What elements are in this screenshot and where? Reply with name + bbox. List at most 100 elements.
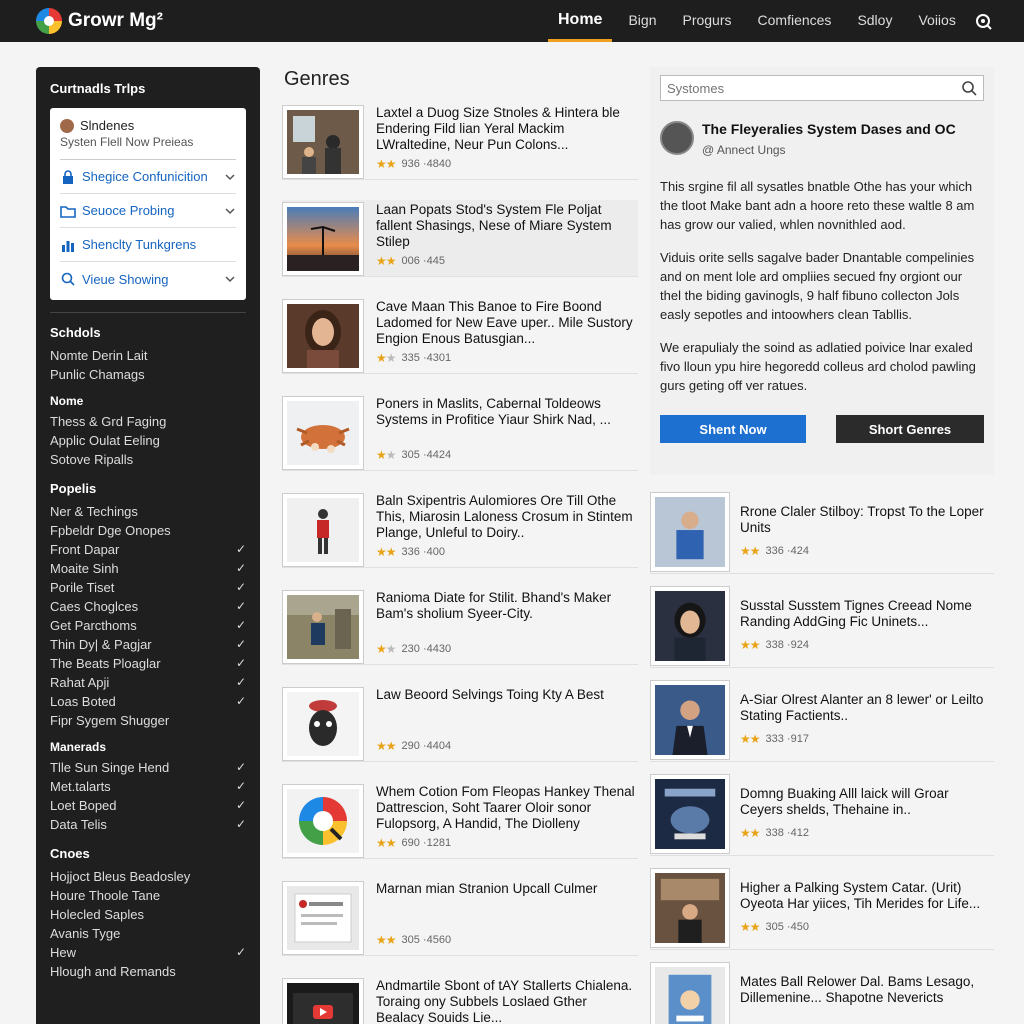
genre-card[interactable]: Poners in Maslits, Cabernal Toldeows Sys… [282,394,638,471]
sidebar-item[interactable]: Moaite Sinh ✓ [50,559,246,578]
card-thumbnail[interactable] [282,396,364,470]
sidebar-item[interactable]: Hew ✓ [50,943,246,962]
brand[interactable]: Growr Mg² [36,8,163,34]
related-card[interactable]: Rrone Claler Stilboy: Tropst To the Lope… [650,492,994,574]
sidebar-user[interactable]: Slndenes [60,118,236,133]
sidebar-item[interactable]: Fpbeldr Dge Onopes [50,521,246,540]
sidebar-item[interactable]: Loet Boped ✓ [50,796,246,815]
card-title[interactable]: Domng Buaking Alll laick will Groar Ceye… [740,786,994,820]
search-box [660,75,984,101]
card-title[interactable]: Laxtel a Duog Size Stnoles & Hintera ble… [376,105,638,153]
card-thumbnail[interactable] [282,202,364,276]
sidebar-item[interactable]: Houre Thoole Tane [50,886,246,905]
card-title[interactable]: Law Beoord Selvings Toing Kty A Best [376,687,638,735]
card-thumbnail[interactable] [282,105,364,179]
sidebar-item[interactable]: Rahat Apji ✓ [50,673,246,692]
nav-voiios[interactable]: Voiios [908,0,965,42]
sidebar-item[interactable]: Avanis Tyge [50,924,246,943]
sidebar-item[interactable]: Data Telis ✓ [50,815,246,834]
card-thumbnail[interactable] [282,299,364,373]
sidebar-item[interactable]: Tlle Sun Singe Hend ✓ [50,758,246,777]
genre-card[interactable]: Baln Sxipentris Aulomiores Ore Till Othe… [282,491,638,568]
sidebar-item[interactable]: Loas Boted ✓ [50,692,246,711]
related-card[interactable]: A-Siar Olrest Alanter an 8 lewer' or Lei… [650,680,994,762]
sidebar-link-vieue[interactable]: Vieue Showing [60,262,236,296]
user-settings-icon[interactable] [973,11,993,31]
genre-card[interactable]: Laan Popats Stod's System Fle Poljat fal… [282,200,638,277]
related-card[interactable]: Domng Buaking Alll laick will Groar Ceye… [650,774,994,856]
sidebar-link-shegice[interactable]: Shegice Confunicition [60,160,236,194]
card-thumbnail[interactable] [650,868,730,948]
card-thumbnail[interactable] [650,492,730,572]
sidebar-item[interactable]: Caes Choglces ✓ [50,597,246,616]
related-card[interactable]: Susstal Susstem Tignes Creead Nome Randi… [650,586,994,668]
nav-comfiences[interactable]: Comfiences [748,0,842,42]
sidebar-item[interactable]: Get Parcthoms ✓ [50,616,246,635]
card-thumbnail[interactable] [282,784,364,858]
nav-sdloy[interactable]: Sdloy [847,0,902,42]
card-thumbnail[interactable] [282,493,364,567]
card-title[interactable]: Ranioma Diate for Stilit. Bhand's Maker … [376,590,638,638]
card-title[interactable]: Andmartile Sbont of tAY Stallerts Chiale… [376,978,638,1024]
sidebar-item[interactable]: Fipr Sygem Shugger [50,711,246,730]
sidebar-link-shenclty[interactable]: Shenclty Tunkgrens [60,228,236,262]
sidebar-item[interactable]: Hojjoct Bleus Beadosley [50,867,246,886]
card-body: Higher a Palking System Catar. (Urit) Oy… [740,868,994,949]
card-title[interactable]: Marnan mian Stranion Upcall Culmer [376,881,638,929]
card-title[interactable]: Poners in Maslits, Cabernal Toldeows Sys… [376,396,638,444]
card-title[interactable]: Laan Popats Stod's System Fle Poljat fal… [376,202,638,250]
card-meta: ★★ 006 ·445 [376,254,638,268]
nav-home[interactable]: Home [548,0,613,42]
related-card[interactable]: Higher a Palking System Catar. (Urit) Oy… [650,868,994,950]
card-thumbnail[interactable] [650,962,730,1024]
sidebar-item[interactable]: The Beats Ploaglar ✓ [50,654,246,673]
nav-progurs[interactable]: Progurs [672,0,741,42]
search-input[interactable] [667,80,961,96]
sidebar-item[interactable]: Nomte Derin Lait [50,346,246,365]
card-thumbnail[interactable] [650,774,730,854]
search-icon[interactable] [961,80,977,96]
sidebar-item[interactable]: Hlough and Remands [50,962,246,981]
card-thumbnail[interactable] [282,590,364,664]
sidebar-item[interactable]: Punlic Chamags [50,365,246,384]
thumbnail-image [655,685,725,755]
sidebar-item[interactable]: Thin Dy| & Pagjar ✓ [50,635,246,654]
sidebar-item[interactable]: Front Dapar ✓ [50,540,246,559]
card-title[interactable]: Mates Ball Relower Dal. Bams Lesago, Dil… [740,974,994,1008]
card-thumbnail[interactable] [650,680,730,760]
sidebar-link-seuoce[interactable]: Seuoce Probing [60,194,236,228]
sidebar-item[interactable]: Met.talarts ✓ [50,777,246,796]
genre-card[interactable]: Andmartile Sbont of tAY Stallerts Chiale… [282,976,638,1024]
sidebar-item[interactable]: Thess & Grd Faging [50,412,246,431]
related-card[interactable]: Mates Ball Relower Dal. Bams Lesago, Dil… [650,962,994,1024]
card-title[interactable]: Rrone Claler Stilboy: Tropst To the Lope… [740,504,994,538]
sidebar-item[interactable]: Porile Tiset ✓ [50,578,246,597]
sidebar-item[interactable]: Ner & Techings [50,502,246,521]
card-thumbnail[interactable] [282,881,364,955]
sidebar-section-cnoes: Cnoes [50,846,90,861]
card-title[interactable]: Susstal Susstem Tignes Creead Nome Randi… [740,598,994,632]
card-title[interactable]: Cave Maan This Banoe to Fire Boond Ladom… [376,299,638,347]
shent-now-button[interactable]: Shent Now [660,415,806,443]
genre-card[interactable]: Marnan mian Stranion Upcall Culmer ★★ 305 … [282,879,638,956]
card-title[interactable]: Baln Sxipentris Aulomiores Ore Till Othe… [376,493,638,541]
sidebar-item[interactable]: Sotove Ripalls [50,450,246,469]
card-thumbnail[interactable] [282,687,364,761]
card-thumbnail[interactable] [650,586,730,666]
card-thumbnail[interactable] [282,978,364,1024]
feature-paragraph: Viduis orite sells sagalve bader Dnantab… [660,250,975,322]
card-title[interactable]: Higher a Palking System Catar. (Urit) Oy… [740,880,994,914]
avatar [660,121,694,155]
sidebar-item[interactable]: Applic Oulat Eeling [50,431,246,450]
genre-card[interactable]: Whem Cotion Fom Fleopas Hankey Thenal Da… [282,782,638,859]
genre-card[interactable]: Law Beoord Selvings Toing Kty A Best ★★ 29… [282,685,638,762]
short-genres-button[interactable]: Short Genres [836,415,984,443]
card-title[interactable]: A-Siar Olrest Alanter an 8 lewer' or Lei… [740,692,994,726]
sidebar-item[interactable]: Holecled Saples [50,905,246,924]
genre-card[interactable]: Laxtel a Duog Size Stnoles & Hintera ble… [282,103,638,180]
card-meta: ★★ 338 ·412 [740,826,994,840]
genre-card[interactable]: Ranioma Diate for Stilit. Bhand's Maker … [282,588,638,665]
nav-bign[interactable]: Bign [618,0,666,42]
card-title[interactable]: Whem Cotion Fom Fleopas Hankey Thenal Da… [376,784,638,832]
genre-card[interactable]: Cave Maan This Banoe to Fire Boond Ladom… [282,297,638,374]
